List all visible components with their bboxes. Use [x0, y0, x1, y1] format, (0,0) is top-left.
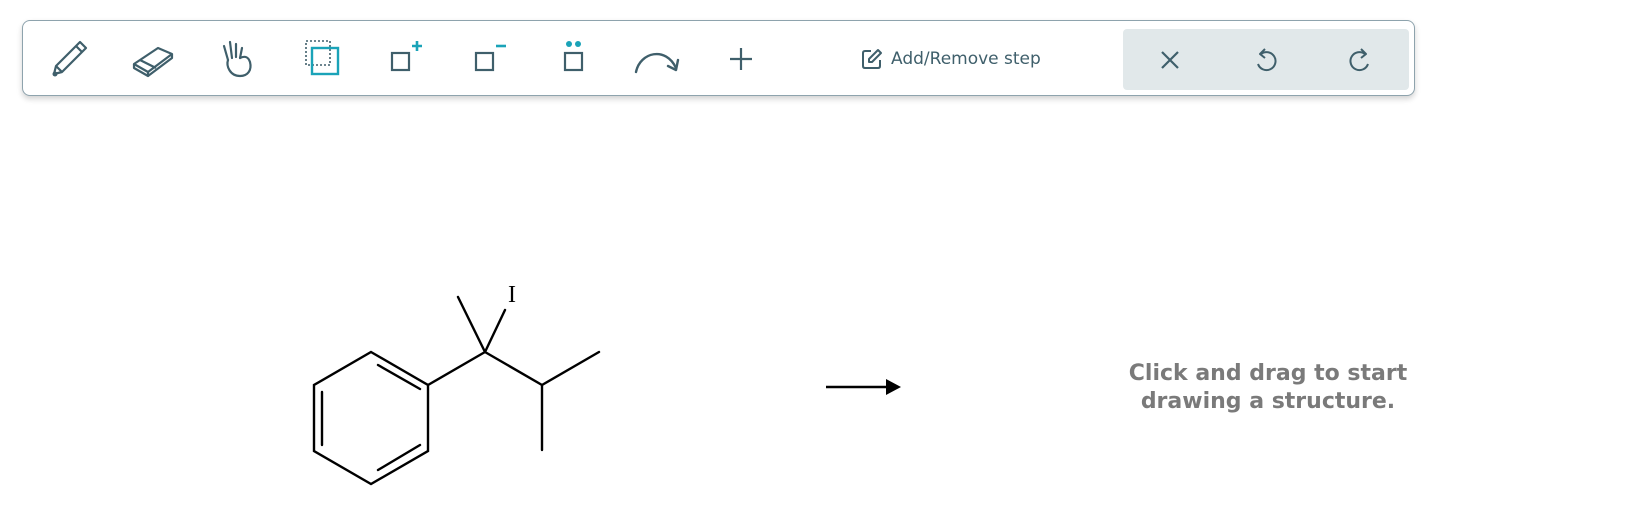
lone-pair-icon	[563, 41, 584, 72]
bond-isopropyl-methyl	[540, 350, 601, 387]
redo-icon	[1349, 48, 1369, 72]
bond-carbon-chain	[483, 350, 544, 387]
redo-button[interactable]	[1337, 39, 1383, 81]
bond-iodine	[483, 308, 507, 354]
clear-icon	[1161, 51, 1179, 69]
bond-methyl	[456, 295, 487, 354]
hint-line-2: drawing a structure.	[1140, 389, 1396, 414]
positive-charge-tool-button[interactable]	[379, 34, 431, 84]
select-icon	[305, 40, 340, 76]
reactant-molecule[interactable]	[312, 295, 601, 486]
eraser-tool-button[interactable]	[127, 34, 179, 84]
bond-ring-to-carbon	[426, 350, 487, 387]
pencil-tool-button[interactable]	[43, 34, 95, 84]
hand-tool-button[interactable]	[211, 34, 263, 84]
lone-pair-tool-button[interactable]	[547, 34, 599, 84]
ring-double-bond	[376, 443, 422, 472]
select-tool-button[interactable]	[295, 34, 347, 84]
plus-icon	[730, 48, 752, 70]
hint-line-1: Click and drag to start	[1128, 361, 1408, 386]
plus-tool-button[interactable]	[715, 34, 767, 84]
drawing-toolbar: Add/Remove step	[22, 20, 1415, 96]
undo-icon	[1257, 48, 1277, 72]
curved-arrow-tool-button[interactable]	[631, 34, 683, 84]
drawing-canvas[interactable]: I	[0, 110, 1651, 529]
edit-icon	[862, 49, 882, 69]
add-remove-step-button[interactable]: Add/Remove step	[861, 43, 1041, 75]
curved-arrow-icon	[634, 52, 680, 74]
empty-canvas-hint: Click and drag to start drawing a struct…	[1108, 360, 1428, 416]
history-actions	[1123, 29, 1409, 90]
benzene-ring	[312, 350, 430, 486]
add-charge-icon	[390, 41, 422, 72]
add-remove-step-label: Add/Remove step	[891, 49, 1041, 69]
remove-charge-icon	[474, 44, 506, 72]
hand-icon	[222, 40, 252, 78]
clear-button[interactable]	[1147, 39, 1193, 81]
negative-charge-tool-button[interactable]	[463, 34, 515, 84]
undo-button[interactable]	[1243, 39, 1289, 81]
eraser-icon	[132, 46, 174, 78]
reaction-arrow	[826, 379, 901, 395]
pencil-icon	[52, 40, 88, 77]
iodine-atom-label: I	[508, 282, 516, 308]
